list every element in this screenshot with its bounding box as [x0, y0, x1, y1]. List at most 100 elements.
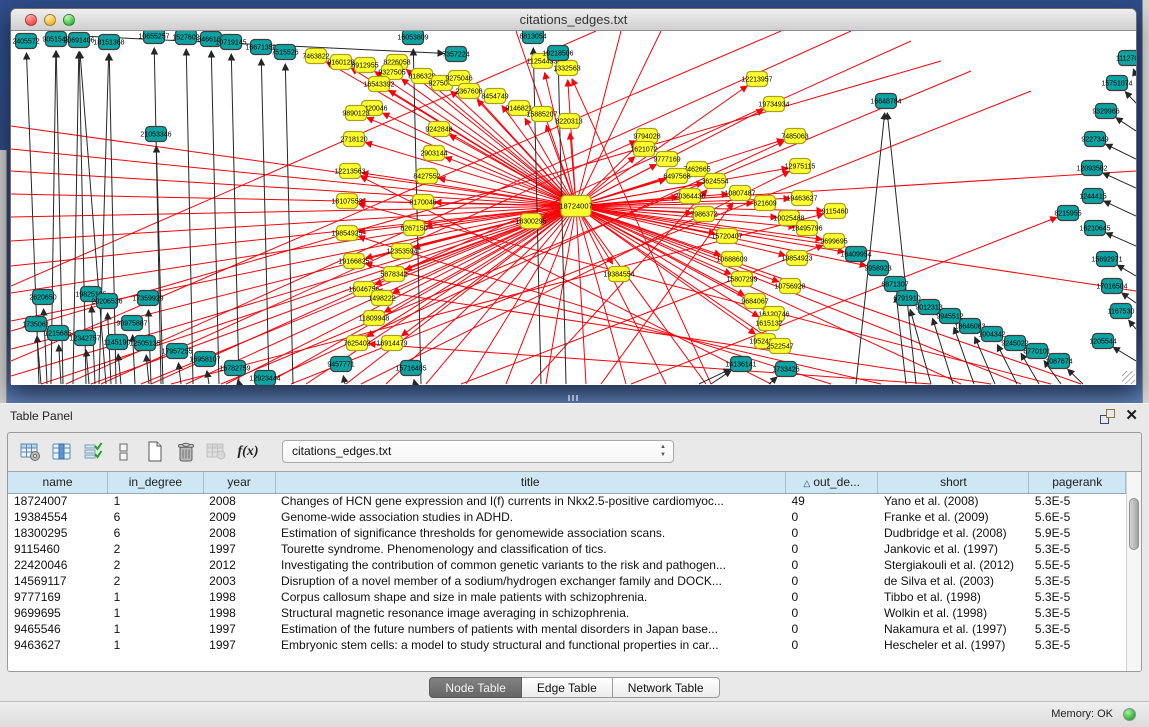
graph-node[interactable]: 621609	[753, 196, 776, 211]
table-cell[interactable]: 2012	[203, 557, 275, 573]
table-cell[interactable]: 5.3E-5	[1029, 605, 1126, 621]
graph-node[interactable]: 1735061	[22, 317, 49, 332]
table-row[interactable]: 977716911998Corpus callosum shape and si…	[8, 589, 1126, 605]
close-window-button[interactable]	[25, 14, 37, 26]
function-builder-icon[interactable]: f(x)	[235, 439, 261, 465]
table-cell[interactable]: Investigating the contribution of common…	[275, 557, 785, 573]
table-cell[interactable]: 0	[786, 637, 878, 653]
table-cell[interactable]: 1997	[203, 637, 275, 653]
table-cell[interactable]: 5.3E-5	[1029, 573, 1126, 589]
table-cell[interactable]: 5.3E-5	[1029, 589, 1126, 605]
table-cell[interactable]: 49	[786, 493, 878, 509]
graph-node[interactable]: 11809948	[359, 311, 390, 326]
graph-node[interactable]: 16409954	[840, 247, 871, 262]
table-cell[interactable]: 5.3E-5	[1029, 541, 1126, 557]
memory-status-indicator[interactable]	[1123, 708, 1136, 721]
table-cell[interactable]: 5.9E-5	[1029, 525, 1126, 541]
delete-column-icon[interactable]	[173, 439, 199, 465]
graph-node[interactable]: 1244415	[1079, 189, 1106, 204]
table-cell[interactable]: Disruption of a novel member of a sodium…	[275, 573, 785, 589]
minimize-window-button[interactable]	[44, 14, 56, 26]
graph-node[interactable]: 5878342	[380, 267, 407, 282]
graph-node[interactable]: 2620650	[29, 290, 56, 305]
table-cell[interactable]: 5.3E-5	[1029, 493, 1126, 509]
graph-node[interactable]: 12975115	[785, 159, 816, 174]
table-cell[interactable]: 0	[786, 557, 878, 573]
graph-node[interactable]: 9890123	[342, 106, 369, 121]
graph-node[interactable]: 10807487	[724, 186, 755, 201]
table-cell[interactable]: de Silva et al. (2003)	[878, 573, 1029, 589]
graph-node[interactable]: 10756928	[774, 279, 805, 294]
table-cell[interactable]: Estimation of the future numbers of pati…	[275, 621, 785, 637]
table-cell[interactable]: Franke et al. (2009)	[878, 509, 1029, 525]
table-cell[interactable]: 5.5E-5	[1029, 557, 1126, 573]
column-header[interactable]: △out_de...	[786, 472, 878, 493]
table-cell[interactable]: Genome-wide association studies in ADHD.	[275, 509, 785, 525]
graph-node[interactable]: 9699695	[820, 234, 847, 249]
table-cell[interactable]: 0	[786, 525, 878, 541]
graph-node[interactable]: 1004342	[978, 327, 1005, 342]
graph-node[interactable]: 8267150	[400, 221, 427, 236]
graph-node[interactable]: 19166825	[338, 254, 369, 269]
table-cell[interactable]: Tibbo et al. (1998)	[878, 589, 1029, 605]
graph-node[interactable]: 17016504	[1096, 279, 1127, 294]
graph-node[interactable]: 1145190	[104, 335, 131, 350]
select-rows-icon[interactable]	[80, 439, 106, 465]
graph-node[interactable]: 7986372	[690, 207, 717, 222]
graph-node[interactable]: 1167530	[1108, 304, 1135, 319]
graph-node[interactable]: 12505135	[129, 336, 160, 351]
table-cell[interactable]: 1998	[203, 589, 275, 605]
table-cell[interactable]: Dudbridge et al. (2008)	[878, 525, 1029, 541]
table-row[interactable]: 1830029562008Estimation of significance …	[8, 525, 1126, 541]
table-cell[interactable]: 0	[786, 541, 878, 557]
table-cell[interactable]: Estimation of significance thresholds fo…	[275, 525, 785, 541]
graph-node[interactable]: 8215955	[1054, 206, 1081, 221]
table-cell[interactable]: Wolkin et al. (1998)	[878, 605, 1029, 621]
window-resize-grip[interactable]	[1122, 371, 1135, 384]
graph-node[interactable]: 19854923	[781, 251, 812, 266]
table-cell[interactable]: 0	[786, 589, 878, 605]
close-panel-icon[interactable]: ✕	[1125, 406, 1138, 424]
column-header[interactable]: title	[275, 472, 785, 493]
graph-node[interactable]: 18107552	[331, 194, 362, 209]
graph-node[interactable]: 19854925	[331, 226, 362, 241]
table-cell[interactable]: Changes of HCN gene expression and I(f) …	[275, 493, 785, 509]
table-row[interactable]: 2242004622012Investigating the contribut…	[8, 557, 1126, 573]
float-panel-icon[interactable]	[1100, 409, 1115, 424]
table-cell[interactable]: 9777169	[8, 589, 108, 605]
table-row[interactable]: 946362711997Embryonic stem cells: a mode…	[8, 637, 1126, 653]
table-cell[interactable]: 1997	[203, 541, 275, 557]
graph-node[interactable]: 1087674	[1045, 354, 1072, 369]
table-cell[interactable]: 1	[108, 589, 204, 605]
table-cell[interactable]: 1998	[203, 605, 275, 621]
table-scrollbar-thumb[interactable]	[1129, 498, 1139, 550]
table-cell[interactable]: Hescheler et al. (1997)	[878, 637, 1029, 653]
table-cell[interactable]: 2	[108, 573, 204, 589]
table-cell[interactable]: 2	[108, 541, 204, 557]
table-cell[interactable]: 19384554	[8, 509, 108, 525]
table-row[interactable]: 1938455462009Genome-wide association stu…	[8, 509, 1126, 525]
graph-node[interactable]: 1527602	[172, 31, 199, 45]
zoom-window-button[interactable]	[63, 14, 75, 26]
table-cell[interactable]: Jankovic et al. (1997)	[878, 541, 1029, 557]
column-header[interactable]: in_degree	[108, 472, 204, 493]
table-cell[interactable]: 6	[108, 509, 204, 525]
column-header[interactable]: pagerank	[1029, 472, 1126, 493]
create-column-icon[interactable]	[142, 439, 168, 465]
table-row[interactable]: 946554611997Estimation of the future num…	[8, 621, 1126, 637]
graph-node[interactable]: 7357224	[442, 47, 469, 62]
graph-node[interactable]: 6497568	[663, 169, 690, 184]
row-height-icon[interactable]	[111, 439, 137, 465]
graph-node[interactable]: 7515526	[271, 45, 298, 60]
graph-node[interactable]: 15716485	[395, 361, 426, 376]
graph-node[interactable]: 2367608	[455, 84, 482, 99]
show-columns-icon[interactable]	[49, 439, 75, 465]
table-cell[interactable]: Tourette syndrome. Phenomenology and cla…	[275, 541, 785, 557]
table-cell[interactable]: Structural magnetic resonance image aver…	[275, 605, 785, 621]
graph-node[interactable]: 1498222	[368, 291, 395, 306]
graph-node[interactable]: 1733426	[772, 362, 799, 377]
graph-node[interactable]: 1621072	[630, 142, 657, 157]
graph-node[interactable]: 18724007	[559, 196, 592, 217]
table-cell[interactable]: 1	[108, 637, 204, 653]
table-cell[interactable]: 9115460	[8, 541, 108, 557]
